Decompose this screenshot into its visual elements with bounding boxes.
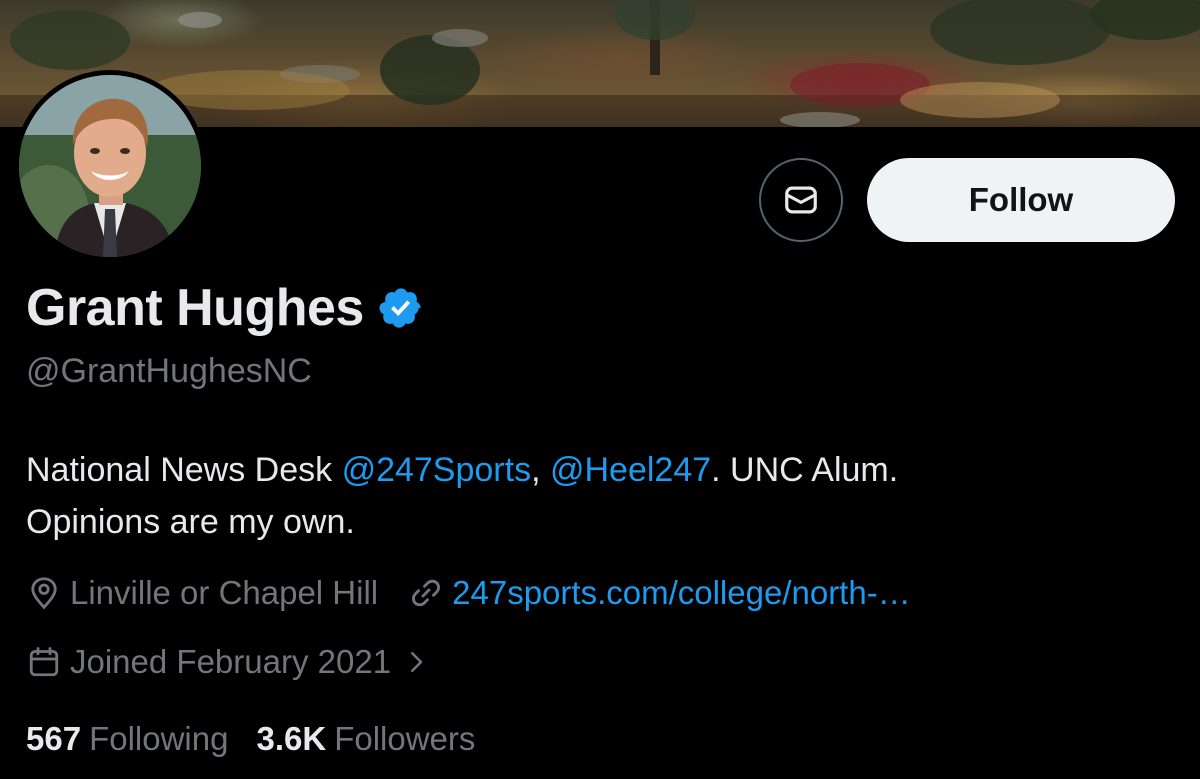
profile-avatar[interactable] (14, 70, 206, 262)
location-text: Linville or Chapel Hill (70, 574, 379, 611)
following-stat[interactable]: 567 Following (26, 720, 228, 758)
bio-mention-247sports[interactable]: @247Sports (342, 451, 532, 489)
profile-stats: 567 Following 3.6K Followers (26, 720, 475, 758)
profile-location: Linville or Chapel Hill (26, 574, 378, 612)
website-link[interactable]: 247sports.com/college/north-… (452, 574, 911, 612)
following-label: Following (89, 720, 229, 757)
chevron-right-icon (411, 652, 423, 672)
follow-button[interactable]: Follow (867, 158, 1175, 242)
bio-separator: , (531, 451, 550, 489)
calendar-icon (29, 647, 59, 677)
followers-label: Followers (334, 720, 476, 757)
verified-badge-icon[interactable] (378, 285, 424, 331)
message-button[interactable] (759, 158, 843, 242)
followers-stat[interactable]: 3.6K Followers (256, 720, 475, 758)
profile-joined[interactable]: Joined February 2021 (26, 643, 439, 681)
profile-name-row: Grant Hughes (26, 276, 424, 340)
location-pin-icon (31, 577, 57, 610)
bio-line-2: Opinions are my own. (26, 503, 355, 541)
bio-text-end: . UNC Alum. (711, 451, 899, 489)
joined-text: Joined February 2021 (70, 643, 392, 680)
profile-bio: National News Desk @247Sports, @Heel247.… (26, 444, 1176, 548)
bio-text: National News Desk (26, 451, 342, 489)
envelope-icon (785, 186, 817, 214)
display-name: Grant Hughes (26, 279, 364, 337)
avatar-photo (19, 75, 201, 257)
followers-count: 3.6K (256, 720, 327, 757)
profile-joined-row[interactable]: Joined February 2021 (26, 643, 439, 681)
bio-mention-heel247[interactable]: @Heel247 (550, 451, 711, 489)
profile-meta-row: Linville or Chapel Hill 247sports.com/co… (26, 574, 911, 612)
following-count: 567 (26, 720, 82, 757)
link-icon (412, 579, 441, 607)
profile-website[interactable]: 247sports.com/college/north-… (408, 574, 911, 612)
profile-handle: @GrantHughesNC (26, 352, 312, 390)
